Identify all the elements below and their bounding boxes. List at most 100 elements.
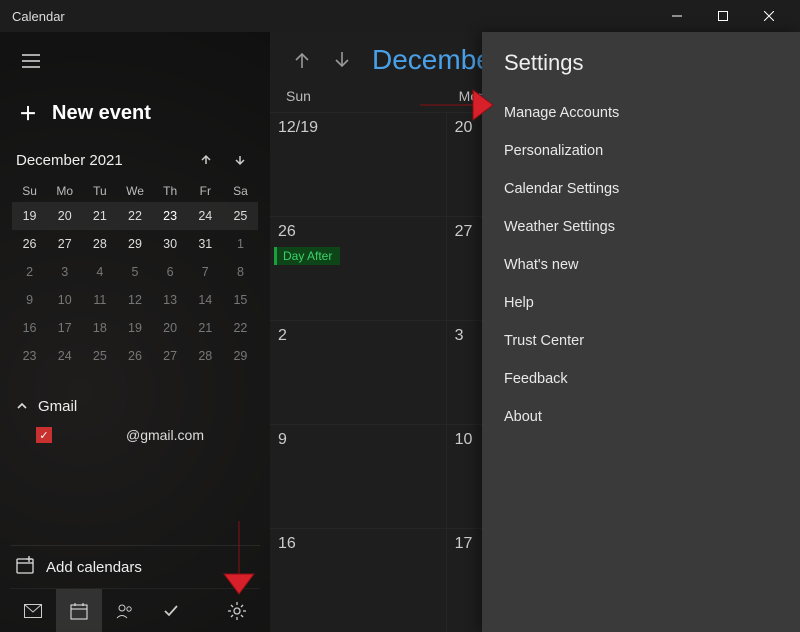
calendar-cell[interactable]: 2 (270, 321, 447, 424)
minical-month-label: December 2021 (16, 152, 123, 169)
settings-item-about[interactable]: About (504, 398, 778, 436)
minical-day[interactable]: 26 (12, 230, 47, 258)
minical-dow: Sa (223, 180, 258, 202)
minical-day[interactable]: 22 (117, 202, 152, 230)
minical-day[interactable]: 2 (12, 258, 47, 286)
minical-day[interactable]: 21 (188, 314, 223, 342)
calendar-cell-number: 27 (455, 223, 473, 240)
settings-item-manage-accounts[interactable]: Manage Accounts (504, 94, 778, 132)
settings-item-personalization[interactable]: Personalization (504, 132, 778, 170)
calendar-cell[interactable]: 26 Day After (270, 217, 447, 320)
minical-day[interactable]: 27 (153, 342, 188, 370)
calendar-checkbox-icon[interactable]: ✓ (36, 427, 52, 443)
close-button[interactable] (746, 0, 792, 32)
calendar-cell-number: 10 (455, 431, 473, 448)
new-event-button[interactable]: ＋ New event (10, 92, 260, 134)
minical-day[interactable]: 23 (153, 202, 188, 230)
minical-day[interactable]: 14 (188, 286, 223, 314)
minical-day[interactable]: 22 (223, 314, 258, 342)
window-title: Calendar (12, 9, 65, 24)
people-icon (116, 602, 134, 620)
settings-item-what-s-new[interactable]: What's new (504, 246, 778, 284)
settings-item-weather-settings[interactable]: Weather Settings (504, 208, 778, 246)
minical-day[interactable]: 29 (117, 230, 152, 258)
account-group-toggle[interactable]: Gmail (16, 392, 254, 421)
people-nav-button[interactable] (102, 589, 148, 632)
calendar-account-email: @gmail.com (62, 427, 254, 443)
minical-day[interactable]: 31 (188, 230, 223, 258)
calendar-cell[interactable]: 9 (270, 425, 447, 528)
minical-next-button[interactable] (226, 148, 254, 172)
minical-day[interactable]: 3 (47, 258, 82, 286)
minical-day[interactable]: 13 (153, 286, 188, 314)
minical-day[interactable]: 19 (12, 202, 47, 230)
minical-dow: Su (12, 180, 47, 202)
minical-day[interactable]: 29 (223, 342, 258, 370)
minical-day[interactable]: 20 (153, 314, 188, 342)
event-chip[interactable]: Day After (274, 247, 340, 265)
minical-day[interactable]: 11 (82, 286, 117, 314)
settings-item-feedback[interactable]: Feedback (504, 360, 778, 398)
todo-nav-button[interactable] (148, 589, 194, 632)
checkmark-icon (162, 602, 180, 620)
mail-icon (24, 604, 42, 618)
minical-day[interactable]: 25 (82, 342, 117, 370)
titlebar: Calendar (0, 0, 800, 32)
minical-dow: Mo (47, 180, 82, 202)
minical-day[interactable]: 9 (12, 286, 47, 314)
minical-day[interactable]: 24 (47, 342, 82, 370)
minical-day[interactable]: 5 (117, 258, 152, 286)
minical-dow: We (117, 180, 152, 202)
calendar-cell-number: 2 (278, 327, 287, 344)
settings-item-calendar-settings[interactable]: Calendar Settings (504, 170, 778, 208)
minical-day[interactable]: 26 (117, 342, 152, 370)
calendar-cell-number: 26 (278, 223, 296, 240)
minical-day[interactable]: 28 (188, 342, 223, 370)
minical-prev-button[interactable] (192, 148, 220, 172)
minical-grid: SuMoTuWeThFrSa19202122232425262728293031… (10, 176, 260, 378)
minical-day[interactable]: 23 (12, 342, 47, 370)
minical-dow: Th (153, 180, 188, 202)
account-section: Gmail ✓ @gmail.com (10, 392, 260, 449)
minical-day[interactable]: 21 (82, 202, 117, 230)
hamburger-menu-button[interactable] (10, 42, 52, 80)
calendar-icon (70, 602, 88, 620)
minical-day[interactable]: 28 (82, 230, 117, 258)
calendar-account-item[interactable]: ✓ @gmail.com (16, 421, 254, 449)
minical-day[interactable]: 16 (12, 314, 47, 342)
minical-day[interactable]: 25 (223, 202, 258, 230)
calendar-nav-button[interactable] (56, 589, 102, 632)
mail-nav-button[interactable] (10, 589, 56, 632)
minical-day[interactable]: 4 (82, 258, 117, 286)
calendar-cell-number: 16 (278, 535, 296, 552)
minical-day[interactable]: 12 (117, 286, 152, 314)
minical-day[interactable]: 7 (188, 258, 223, 286)
maximize-button[interactable] (700, 0, 746, 32)
minical-header: December 2021 (10, 148, 260, 176)
settings-item-help[interactable]: Help (504, 284, 778, 322)
add-calendar-icon (16, 556, 34, 578)
next-period-button[interactable] (326, 44, 358, 76)
minical-day[interactable]: 24 (188, 202, 223, 230)
calendar-cell[interactable]: 12/19 (270, 113, 447, 216)
minical-day[interactable]: 30 (153, 230, 188, 258)
plus-icon: ＋ (18, 100, 38, 126)
calendar-cell-number: 17 (455, 535, 473, 552)
add-calendars-label: Add calendars (46, 559, 142, 576)
minical-day[interactable]: 6 (153, 258, 188, 286)
minical-day[interactable]: 1 (223, 230, 258, 258)
minical-day[interactable]: 10 (47, 286, 82, 314)
minimize-button[interactable] (654, 0, 700, 32)
minical-day[interactable]: 18 (82, 314, 117, 342)
minical-day[interactable]: 17 (47, 314, 82, 342)
minical-day[interactable]: 15 (223, 286, 258, 314)
minical-day[interactable]: 19 (117, 314, 152, 342)
minical-day[interactable]: 8 (223, 258, 258, 286)
minical-day[interactable]: 27 (47, 230, 82, 258)
prev-period-button[interactable] (286, 44, 318, 76)
settings-item-trust-center[interactable]: Trust Center (504, 322, 778, 360)
calendar-cell-number: 9 (278, 431, 287, 448)
window-controls (654, 0, 792, 32)
minical-day[interactable]: 20 (47, 202, 82, 230)
calendar-cell[interactable]: 16 (270, 529, 447, 632)
